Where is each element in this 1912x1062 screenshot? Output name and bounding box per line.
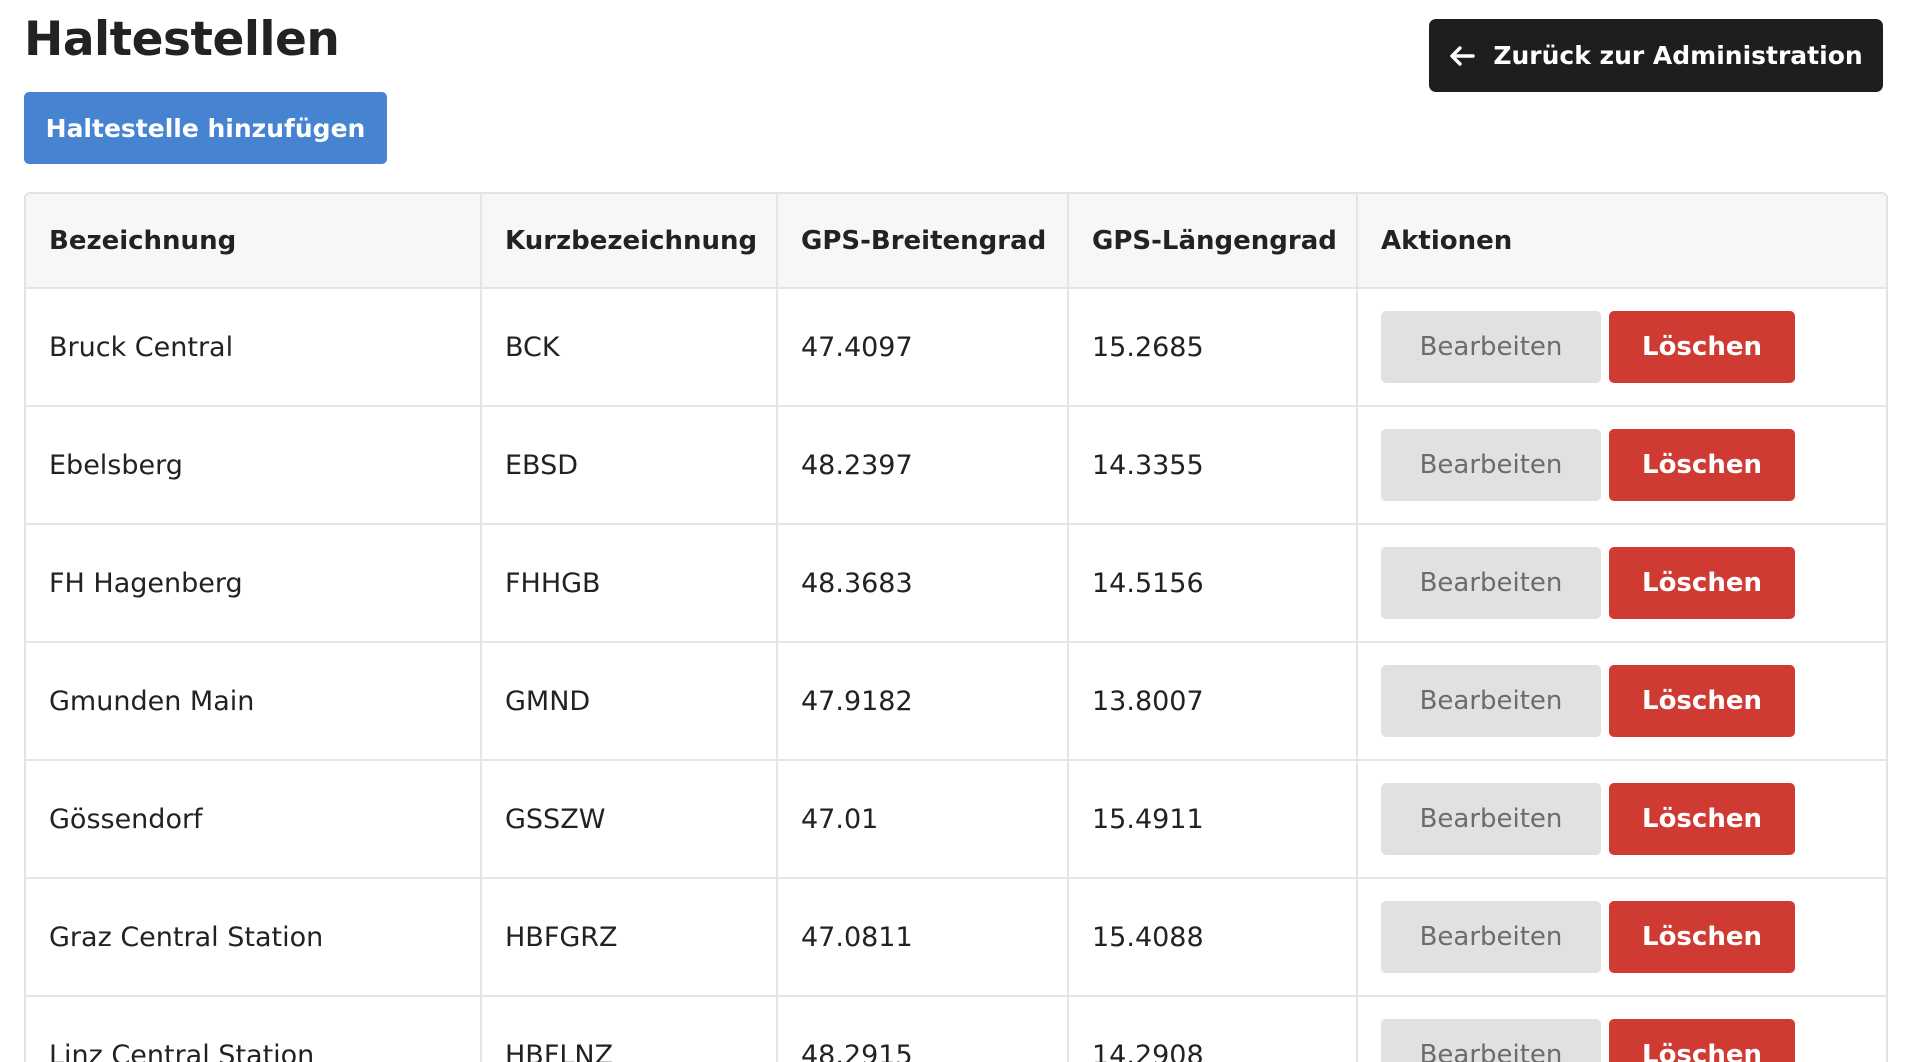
edit-button[interactable]: Bearbeiten bbox=[1381, 429, 1601, 501]
cell-latitude: 48.2397 bbox=[777, 406, 1069, 525]
table-row: Gmunden Main GMND 47.9182 13.8007 Bearbe… bbox=[26, 642, 1886, 761]
cell-longitude: 13.8007 bbox=[1068, 642, 1358, 761]
page: Haltestellen Zurück zur Administration H… bbox=[0, 0, 1912, 1062]
table-row: Bruck Central BCK 47.4097 15.2685 Bearbe… bbox=[26, 288, 1886, 407]
cell-longitude: 14.2908 bbox=[1068, 996, 1358, 1062]
column-header-latitude: GPS-Breitengrad bbox=[777, 194, 1069, 289]
cell-latitude: 48.2915 bbox=[777, 996, 1069, 1062]
cell-longitude: 15.4088 bbox=[1068, 878, 1358, 997]
add-stop-button[interactable]: Haltestelle hinzufügen bbox=[24, 92, 387, 164]
delete-button[interactable]: Löschen bbox=[1609, 901, 1795, 973]
table-header-row: Bezeichnung Kurzbezeichnung GPS-Breiteng… bbox=[26, 194, 1886, 289]
back-to-administration-button[interactable]: Zurück zur Administration bbox=[1429, 19, 1883, 92]
column-header-longitude: GPS-Längengrad bbox=[1068, 194, 1358, 289]
cell-short-name: GMND bbox=[481, 642, 778, 761]
arrow-left-icon bbox=[1449, 45, 1476, 67]
table-row: Graz Central Station HBFGRZ 47.0811 15.4… bbox=[26, 878, 1886, 997]
cell-actions: Bearbeiten Löschen bbox=[1357, 288, 1886, 407]
column-header-short-name: Kurzbezeichnung bbox=[481, 194, 778, 289]
delete-button[interactable]: Löschen bbox=[1609, 665, 1795, 737]
cell-longitude: 15.4911 bbox=[1068, 760, 1358, 879]
row-actions: Bearbeiten Löschen bbox=[1381, 665, 1886, 737]
cell-actions: Bearbeiten Löschen bbox=[1357, 406, 1886, 525]
cell-actions: Bearbeiten Löschen bbox=[1357, 524, 1886, 643]
edit-button[interactable]: Bearbeiten bbox=[1381, 547, 1601, 619]
cell-name: Linz Central Station bbox=[26, 996, 482, 1062]
cell-short-name: HBFGRZ bbox=[481, 878, 778, 997]
delete-button[interactable]: Löschen bbox=[1609, 547, 1795, 619]
cell-longitude: 14.3355 bbox=[1068, 406, 1358, 525]
row-actions: Bearbeiten Löschen bbox=[1381, 311, 1886, 383]
cell-latitude: 47.4097 bbox=[777, 288, 1069, 407]
table-row: FH Hagenberg FHHGB 48.3683 14.5156 Bearb… bbox=[26, 524, 1886, 643]
delete-button[interactable]: Löschen bbox=[1609, 429, 1795, 501]
edit-button[interactable]: Bearbeiten bbox=[1381, 901, 1601, 973]
row-actions: Bearbeiten Löschen bbox=[1381, 429, 1886, 501]
cell-name: Graz Central Station bbox=[26, 878, 482, 997]
cell-name: Ebelsberg bbox=[26, 406, 482, 525]
cell-short-name: GSSZW bbox=[481, 760, 778, 879]
cell-short-name: HBFLNZ bbox=[481, 996, 778, 1062]
edit-button[interactable]: Bearbeiten bbox=[1381, 783, 1601, 855]
cell-longitude: 15.2685 bbox=[1068, 288, 1358, 407]
cell-latitude: 47.9182 bbox=[777, 642, 1069, 761]
cell-latitude: 48.3683 bbox=[777, 524, 1069, 643]
stops-table-container: Bezeichnung Kurzbezeichnung GPS-Breiteng… bbox=[24, 192, 1888, 1062]
cell-short-name: FHHGB bbox=[481, 524, 778, 643]
column-header-name: Bezeichnung bbox=[26, 194, 482, 289]
table-row: Gössendorf GSSZW 47.01 15.4911 Bearbeite… bbox=[26, 760, 1886, 879]
cell-name: Bruck Central bbox=[26, 288, 482, 407]
row-actions: Bearbeiten Löschen bbox=[1381, 1019, 1886, 1062]
cell-longitude: 14.5156 bbox=[1068, 524, 1358, 643]
cell-latitude: 47.0811 bbox=[777, 878, 1069, 997]
cell-name: Gössendorf bbox=[26, 760, 482, 879]
table-row: Ebelsberg EBSD 48.2397 14.3355 Bearbeite… bbox=[26, 406, 1886, 525]
delete-button[interactable]: Löschen bbox=[1609, 311, 1795, 383]
column-header-actions: Aktionen bbox=[1357, 194, 1886, 289]
table-row: Linz Central Station HBFLNZ 48.2915 14.2… bbox=[26, 996, 1886, 1062]
row-actions: Bearbeiten Löschen bbox=[1381, 547, 1886, 619]
cell-latitude: 47.01 bbox=[777, 760, 1069, 879]
cell-name: FH Hagenberg bbox=[26, 524, 482, 643]
delete-button[interactable]: Löschen bbox=[1609, 1019, 1795, 1062]
row-actions: Bearbeiten Löschen bbox=[1381, 901, 1886, 973]
cell-actions: Bearbeiten Löschen bbox=[1357, 996, 1886, 1062]
cell-actions: Bearbeiten Löschen bbox=[1357, 760, 1886, 879]
edit-button[interactable]: Bearbeiten bbox=[1381, 311, 1601, 383]
cell-name: Gmunden Main bbox=[26, 642, 482, 761]
cell-short-name: EBSD bbox=[481, 406, 778, 525]
delete-button[interactable]: Löschen bbox=[1609, 783, 1795, 855]
row-actions: Bearbeiten Löschen bbox=[1381, 783, 1886, 855]
cell-actions: Bearbeiten Löschen bbox=[1357, 642, 1886, 761]
cell-actions: Bearbeiten Löschen bbox=[1357, 878, 1886, 997]
edit-button[interactable]: Bearbeiten bbox=[1381, 665, 1601, 737]
stops-table: Bezeichnung Kurzbezeichnung GPS-Breiteng… bbox=[26, 194, 1886, 1062]
edit-button[interactable]: Bearbeiten bbox=[1381, 1019, 1601, 1062]
back-button-label: Zurück zur Administration bbox=[1493, 41, 1863, 70]
cell-short-name: BCK bbox=[481, 288, 778, 407]
page-title: Haltestellen bbox=[24, 12, 340, 67]
